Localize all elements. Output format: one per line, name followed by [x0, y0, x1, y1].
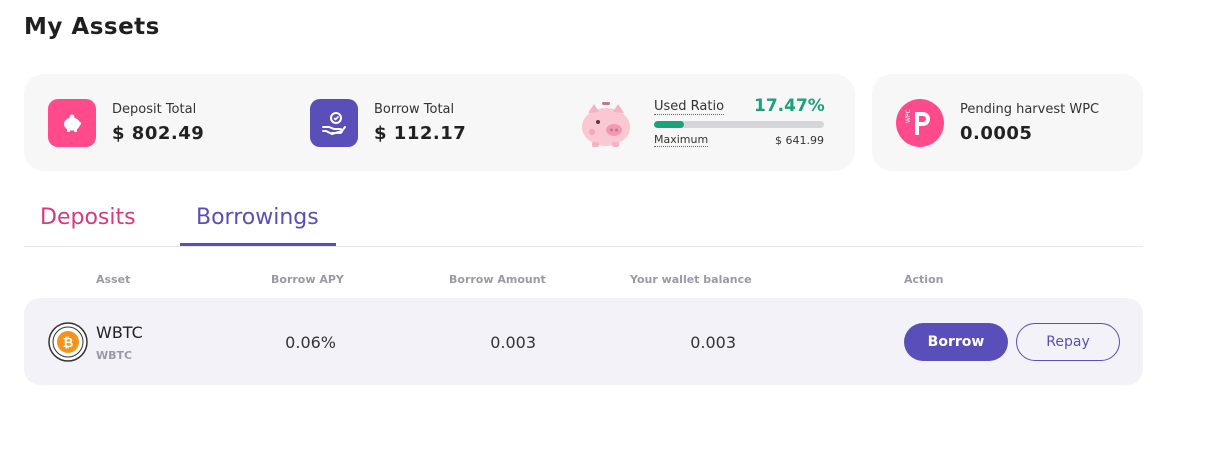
piggy-bank-icon: [48, 99, 96, 147]
borrow-total-label: Borrow Total: [374, 102, 455, 117]
borrow-amount-cell: 0.003: [490, 333, 536, 352]
summary-card: Deposit Total $ 802.49 Borrow Total $ 11…: [24, 74, 855, 171]
borrow-apy-cell: 0.06%: [285, 333, 336, 352]
used-ratio-progress-bar: [654, 121, 824, 128]
asset-symbol: WBTC: [96, 349, 133, 362]
used-ratio-block: Used Ratio 17.47% Maximum $ 641.99: [580, 96, 830, 152]
pending-harvest-value: 0.0005: [960, 123, 1033, 144]
borrow-total-stat: Borrow Total $ 112.17: [310, 99, 466, 147]
page-title: My Assets: [24, 14, 160, 40]
header-borrow-amount: Borrow Amount: [449, 273, 546, 286]
deposit-total-value: $ 802.49: [112, 123, 205, 144]
repay-button[interactable]: Repay: [1016, 323, 1120, 361]
pending-harvest-stat: WPC Pending harvest WPC 0.0005: [896, 99, 1099, 147]
pig-illustration-icon: [582, 102, 630, 147]
tab-deposits[interactable]: Deposits: [40, 205, 136, 230]
harvest-card: WPC Pending harvest WPC 0.0005: [872, 74, 1143, 171]
pending-harvest-label: Pending harvest WPC: [960, 102, 1100, 117]
header-borrow-apy: Borrow APY: [271, 273, 344, 286]
tab-borrowings[interactable]: Borrowings: [196, 205, 319, 230]
header-action: Action: [904, 273, 944, 286]
svg-text:₿: ₿: [63, 336, 74, 351]
deposit-total-label: Deposit Total: [112, 102, 197, 117]
used-ratio-label: Used Ratio: [654, 99, 725, 115]
bitcoin-icon: ₿: [48, 322, 88, 362]
maximum-value: $ 641.99: [775, 134, 824, 147]
header-asset: Asset: [96, 273, 131, 286]
borrow-button[interactable]: Borrow: [904, 323, 1008, 361]
wallet-balance-cell: 0.003: [690, 333, 736, 352]
tabs-divider: [24, 246, 1143, 247]
maximum-label: Maximum: [654, 133, 709, 147]
borrow-total-value: $ 112.17: [374, 123, 467, 144]
table-row: ₿ WBTC WBTC 0.06% 0.003 0.003 Borrow Rep…: [24, 298, 1143, 385]
wpc-token-icon: WPC: [896, 99, 944, 147]
used-ratio-progress-fill: [654, 121, 684, 128]
deposit-total-stat: Deposit Total $ 802.49: [48, 99, 204, 147]
asset-name: WBTC: [96, 323, 143, 342]
hand-coin-icon: [310, 99, 358, 147]
header-wallet-balance: Your wallet balance: [630, 273, 752, 286]
used-ratio-value: 17.47%: [754, 96, 825, 116]
svg-text:WPC: WPC: [905, 109, 912, 123]
